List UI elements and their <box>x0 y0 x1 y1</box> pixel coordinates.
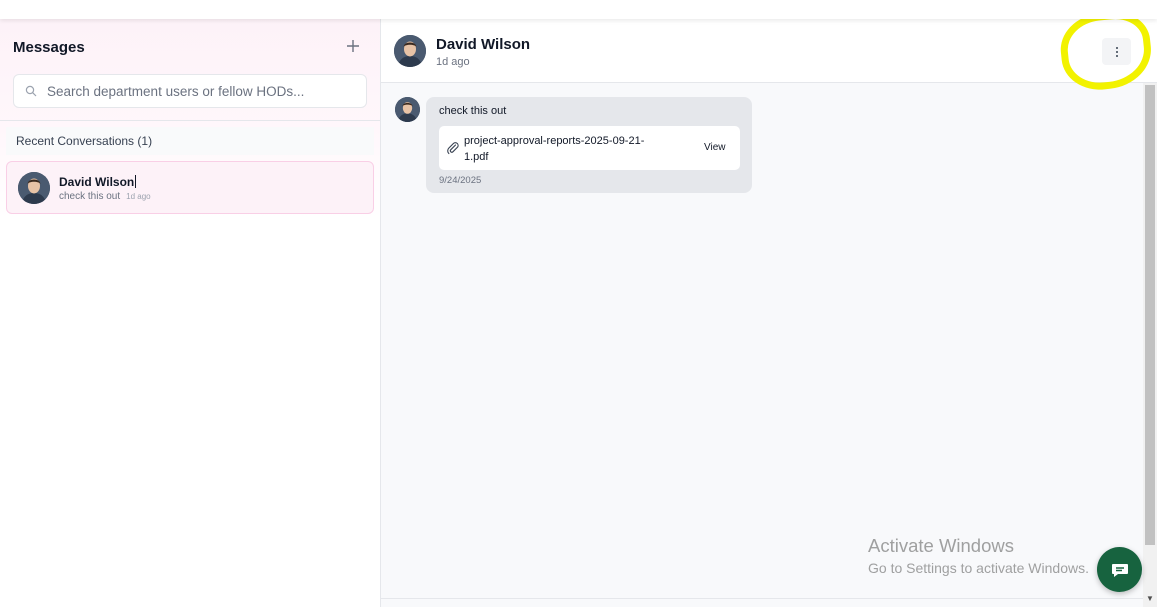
sidebar-header: Messages <box>0 19 380 121</box>
message-text: check this out <box>439 105 507 117</box>
file-attachment[interactable]: project-approval-reports-2025-09-21-1.pd… <box>439 126 740 170</box>
sidebar-title: Messages <box>13 39 85 56</box>
new-conversation-button[interactable] <box>343 36 363 56</box>
chat-panel: David Wilson 1d ago check this out proje… <box>381 8 1157 607</box>
composer-divider <box>381 598 1143 599</box>
conversation-time: 1d ago <box>126 192 151 201</box>
watermark-subtitle: Go to Settings to activate Windows. <box>868 560 1089 576</box>
conversation-preview: check this out 1d ago <box>59 191 151 202</box>
search-input[interactable] <box>47 83 347 99</box>
contact-last-seen: 1d ago <box>436 56 470 68</box>
contact-name: David Wilson <box>436 36 531 53</box>
attachment-file-name: project-approval-reports-2025-09-21-1.pd… <box>464 135 645 163</box>
conversation-name: David Wilson <box>59 175 137 189</box>
recent-conversations-header: Recent Conversations (1) <box>6 127 374 155</box>
chat-bubble-icon <box>1111 563 1128 577</box>
search-icon <box>25 84 39 98</box>
windows-activation-watermark: Activate Windows Go to Settings to activ… <box>868 535 1089 576</box>
conversation-menu-button[interactable] <box>1102 38 1131 65</box>
chat-scrollbar[interactable]: ▼ <box>1143 83 1157 607</box>
sidebar: Messages Recent Conversations (1) <box>0 19 381 607</box>
watermark-title: Activate Windows <box>868 535 1014 556</box>
message-date: 9/24/2025 <box>439 175 482 186</box>
message-bubble: check this out project-approval-reports-… <box>426 97 752 193</box>
scroll-down-arrow-icon[interactable]: ▼ <box>1146 594 1154 603</box>
avatar <box>18 172 50 204</box>
view-attachment-button[interactable]: View <box>704 142 726 153</box>
text-caret <box>135 175 137 188</box>
contact-avatar <box>394 35 426 67</box>
browser-top-bar <box>0 0 1157 19</box>
paperclip-icon <box>447 142 459 155</box>
scrollbar-thumb[interactable] <box>1145 85 1155 545</box>
chat-header: David Wilson 1d ago <box>381 8 1157 94</box>
chat-fab-button[interactable] <box>1097 547 1142 592</box>
conversation-item-david-wilson[interactable]: David Wilson check this out 1d ago <box>6 161 374 214</box>
plus-icon <box>347 40 359 52</box>
search-box[interactable] <box>13 74 367 108</box>
messages-app: Messages Recent Conversations (1) <box>0 8 1157 607</box>
vertical-ellipsis-icon <box>1115 47 1118 57</box>
message-sender-avatar <box>395 97 420 122</box>
